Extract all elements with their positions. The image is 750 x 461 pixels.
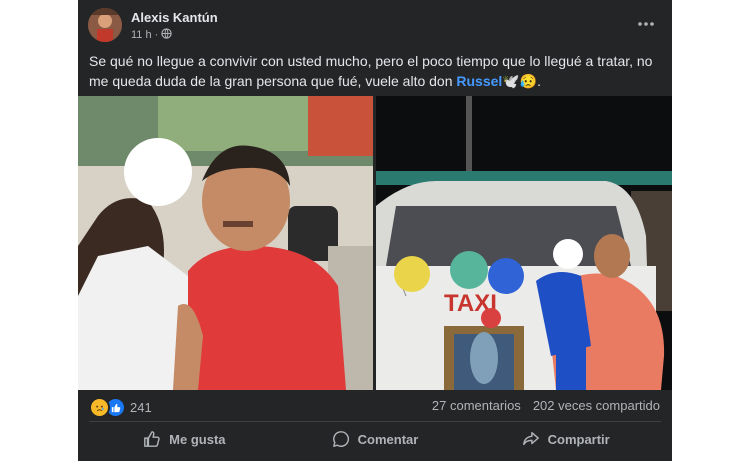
like-label: Me gusta xyxy=(169,431,226,447)
share-icon xyxy=(522,431,539,446)
reaction-count: 241 xyxy=(130,400,152,415)
sad-reaction-icon xyxy=(89,397,110,418)
author-name[interactable]: Alexis Kantún xyxy=(131,10,218,25)
post-stats: 241 27 comentarios 202 veces compartido xyxy=(78,390,672,420)
reactions-summary[interactable]: 241 xyxy=(89,397,152,418)
comments-count[interactable]: 27 comentarios xyxy=(432,398,521,413)
more-options-button[interactable] xyxy=(632,10,660,38)
comment-icon xyxy=(332,431,349,447)
more-dots-icon xyxy=(638,22,654,26)
author-avatar[interactable] xyxy=(88,8,122,42)
globe-icon xyxy=(161,28,172,42)
comment-label: Comentar xyxy=(357,431,419,447)
engagement-counts: 27 comentarios 202 veces compartido xyxy=(432,398,660,413)
post-card: Alexis Kantún 11 h · Se qué no llegue a … xyxy=(78,0,672,461)
photo-right[interactable]: TAXI xyxy=(376,96,672,390)
post-text-body: Se qué no llegue a convivir con usted mu… xyxy=(89,53,653,89)
thumbs-up-icon xyxy=(144,431,160,447)
share-button[interactable]: Compartir xyxy=(470,424,661,454)
comment-button[interactable]: Comentar xyxy=(280,424,471,454)
photo-left[interactable] xyxy=(78,96,373,390)
post-meta: 11 h · xyxy=(131,28,172,42)
post-time[interactable]: 11 h xyxy=(131,29,152,41)
actions-divider xyxy=(89,421,661,422)
meta-separator: · xyxy=(154,29,159,41)
mention-link[interactable]: Russel xyxy=(456,73,502,89)
post-actions: Me gusta Comentar Compartir xyxy=(89,424,661,454)
share-label: Compartir xyxy=(547,431,610,447)
photo-grid: TAXI xyxy=(78,96,672,390)
shares-count[interactable]: 202 veces compartido xyxy=(533,398,660,413)
post-text: Se qué no llegue a convivir con usted mu… xyxy=(89,51,659,91)
like-button[interactable]: Me gusta xyxy=(89,424,280,454)
post-header: Alexis Kantún 11 h · xyxy=(78,0,672,48)
post-text-emoji: 🕊️😥. xyxy=(502,73,542,89)
